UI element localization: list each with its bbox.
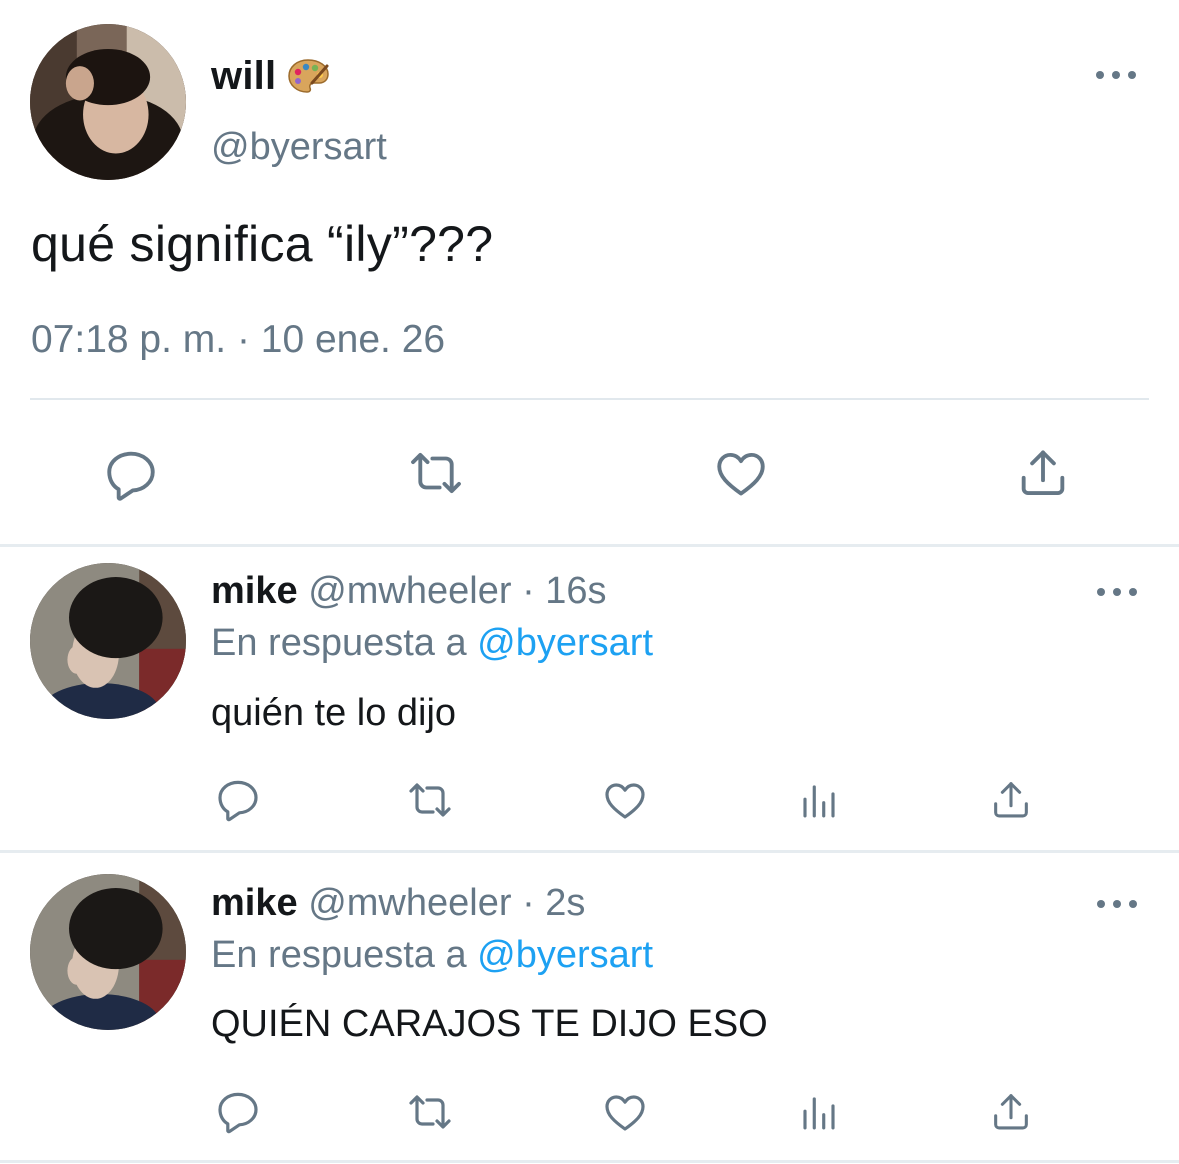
reply-icon[interactable] <box>214 776 262 824</box>
analytics-icon[interactable] <box>798 778 840 824</box>
main-tweet: will @byersart qué significa “ily”??? 07… <box>0 0 1179 546</box>
more-options-icon[interactable] <box>1097 586 1137 598</box>
reply-context: En respuesta a @byersart <box>211 622 653 665</box>
divider <box>0 850 1179 853</box>
tweet-text: quién te lo dijo <box>211 692 457 734</box>
display-name[interactable]: mike <box>211 882 298 924</box>
reply-icon[interactable] <box>102 446 160 504</box>
reply-context: En respuesta a @byersart <box>211 934 653 977</box>
like-icon[interactable] <box>600 776 650 824</box>
mention-link[interactable]: @byersart <box>477 934 653 976</box>
display-name-text: will <box>211 54 277 98</box>
handle[interactable]: @byersart <box>211 126 387 169</box>
avatar[interactable] <box>30 24 186 180</box>
analytics-icon[interactable] <box>798 1090 840 1136</box>
reply-header: mike @mwheeler · 16s <box>211 570 607 613</box>
tweet-text: QUIÉN CARAJOS TE DIJO ESO <box>211 1003 768 1045</box>
like-icon[interactable] <box>710 444 772 502</box>
handle[interactable]: @mwheeler <box>308 570 511 612</box>
tweet-timestamp[interactable]: 07:18 p. m. · 10 ene. 26 <box>31 318 445 362</box>
more-options-icon[interactable] <box>1097 898 1137 910</box>
display-name[interactable]: mike <box>211 570 298 612</box>
avatar[interactable] <box>30 563 186 719</box>
relative-time: · 2s <box>522 882 586 924</box>
reply-icon[interactable] <box>214 1088 262 1136</box>
divider <box>0 1160 1179 1163</box>
retweet-icon[interactable] <box>402 776 458 824</box>
more-options-icon[interactable] <box>1096 69 1136 81</box>
reply-prefix: En respuesta a <box>211 622 467 664</box>
reply-header: mike @mwheeler · 2s <box>211 882 585 925</box>
retweet-icon[interactable] <box>403 444 469 502</box>
share-icon[interactable] <box>988 1088 1034 1136</box>
divider <box>0 544 1179 547</box>
display-name[interactable]: will <box>211 54 330 99</box>
tweet-text: qué significa “ily”??? <box>31 216 494 272</box>
divider <box>30 398 1149 400</box>
avatar[interactable] <box>30 874 186 1030</box>
palette-icon <box>286 57 330 95</box>
relative-time: · 16s <box>522 570 607 612</box>
handle[interactable]: @mwheeler <box>308 882 511 924</box>
share-icon[interactable] <box>1014 444 1072 502</box>
retweet-icon[interactable] <box>402 1088 458 1136</box>
tweet-thread: will @byersart qué significa “ily”??? 07… <box>0 0 1179 1164</box>
share-icon[interactable] <box>988 776 1034 824</box>
mention-link[interactable]: @byersart <box>477 622 653 664</box>
reply-prefix: En respuesta a <box>211 934 467 976</box>
like-icon[interactable] <box>600 1088 650 1136</box>
